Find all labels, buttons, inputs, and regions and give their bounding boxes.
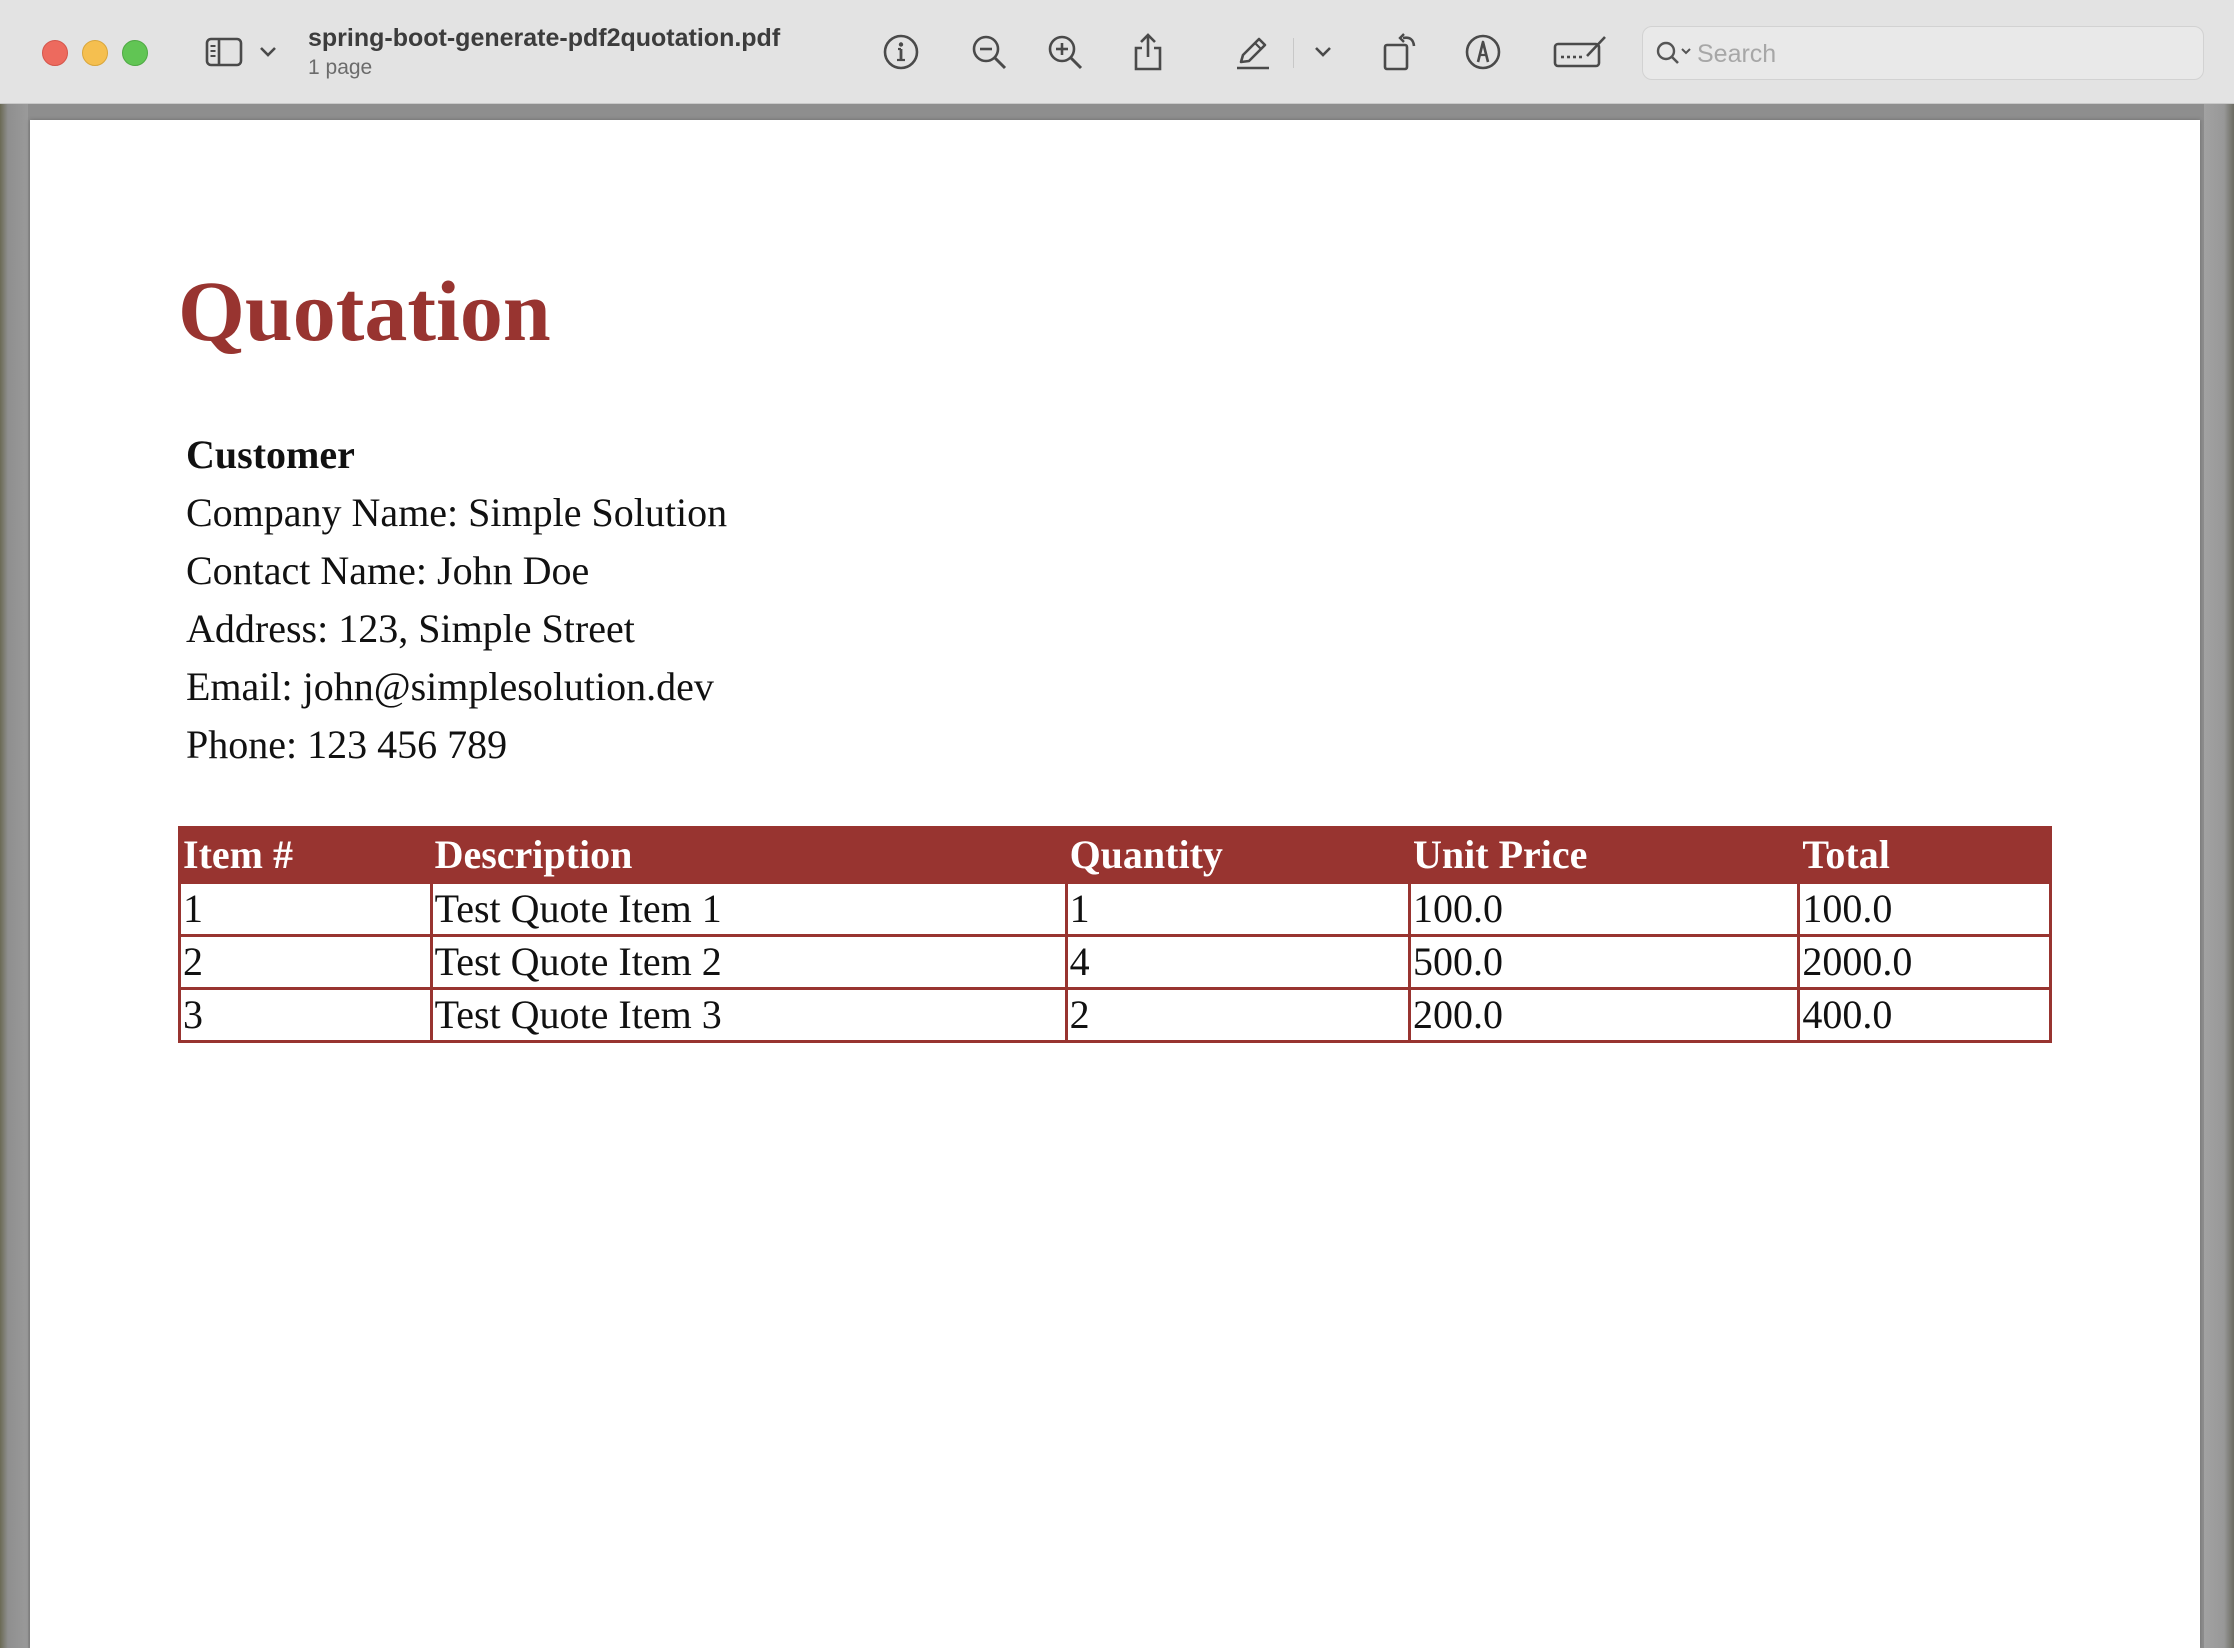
table-row: 2 Test Quote Item 2 4 500.0 2000.0 [178, 934, 2052, 990]
document-filename: spring-boot-generate-pdf2quotation.pdf [308, 24, 781, 52]
customer-contact: Contact Name: John Doe [186, 548, 590, 593]
customer-company: Company Name: Simple Solution [186, 490, 728, 535]
quotation-title: Quotation [178, 263, 551, 359]
toolbar-divider [1293, 38, 1294, 68]
cell-item-number: 2 [178, 934, 433, 990]
cell-unit-price: 200.0 [1407, 987, 1801, 1043]
cell-description: Test Quote Item 2 [429, 934, 1068, 990]
cell-quantity: 1 [1064, 881, 1412, 937]
minimize-window-button[interactable] [82, 40, 108, 66]
chevron-down-icon [259, 46, 277, 58]
cell-total: 100.0 [1797, 881, 2052, 937]
rotate-button[interactable] [1380, 30, 1422, 74]
cell-item-number: 3 [178, 987, 433, 1043]
zoom-out-icon [970, 33, 1008, 71]
toolbar: spring-boot-generate-pdf2quotation.pdf 1… [0, 0, 2234, 104]
zoom-in-icon [1046, 33, 1084, 71]
cell-total: 400.0 [1797, 987, 2052, 1043]
preview-window: spring-boot-generate-pdf2quotation.pdf 1… [0, 0, 2234, 1648]
search-field[interactable] [1642, 26, 2204, 80]
search-input[interactable] [1695, 35, 2189, 73]
table-row: 3 Test Quote Item 3 2 200.0 400.0 [178, 987, 2052, 1043]
cell-quantity: 2 [1064, 987, 1412, 1043]
customer-heading: Customer [186, 432, 355, 477]
cell-quantity: 4 [1064, 934, 1412, 990]
page-count: 1 page [308, 56, 373, 79]
window-edge-right [2204, 104, 2234, 1648]
sidebar-icon [205, 36, 245, 68]
chevron-down-icon [1314, 46, 1332, 58]
highlight-options-button[interactable] [1310, 30, 1336, 74]
cell-item-number: 1 [178, 881, 433, 937]
pdf-page: Quotation Customer Company Name: Simple … [30, 120, 2200, 1648]
close-window-button[interactable] [42, 40, 68, 66]
header-item-number: Item # [178, 826, 433, 884]
cell-unit-price: 500.0 [1407, 934, 1801, 990]
table-row: 1 Test Quote Item 1 1 100.0 100.0 [178, 881, 2052, 937]
customer-phone: Phone: 123 456 789 [186, 722, 508, 767]
rotate-icon [1381, 32, 1421, 72]
zoom-out-button[interactable] [968, 30, 1010, 74]
quotation-table: Item # Description Quantity Unit Price T… [178, 826, 2052, 1043]
zoom-in-button[interactable] [1044, 30, 1086, 74]
markup-icon [1463, 32, 1503, 72]
share-button[interactable] [1128, 30, 1168, 74]
customer-email: Email: john@simplesolution.dev [186, 664, 714, 709]
highlight-pen-icon [1233, 32, 1273, 72]
header-quantity: Quantity [1064, 826, 1412, 884]
search-icon [1655, 40, 1693, 71]
info-icon [882, 33, 920, 71]
header-unit-price: Unit Price [1407, 826, 1801, 884]
sidebar-options-button[interactable] [254, 30, 282, 74]
window-edge-left [0, 104, 28, 1648]
cell-total: 2000.0 [1797, 934, 2052, 990]
cell-description: Test Quote Item 1 [429, 881, 1068, 937]
header-description: Description [429, 826, 1068, 884]
info-button[interactable] [880, 30, 922, 74]
sidebar-toggle-button[interactable] [202, 30, 248, 74]
customer-address: Address: 123, Simple Street [186, 606, 635, 651]
signature-icon [1553, 34, 1607, 70]
fullscreen-window-button[interactable] [122, 40, 148, 66]
customer-block: Customer Company Name: Simple Solution C… [186, 426, 727, 774]
signature-button[interactable] [1552, 30, 1608, 74]
table-header-row: Item # Description Quantity Unit Price T… [178, 826, 2052, 884]
share-icon [1130, 32, 1166, 72]
cell-unit-price: 100.0 [1407, 881, 1801, 937]
header-total: Total [1797, 826, 2052, 884]
markup-button[interactable] [1462, 30, 1504, 74]
cell-description: Test Quote Item 3 [429, 987, 1068, 1043]
highlight-button[interactable] [1232, 30, 1274, 74]
